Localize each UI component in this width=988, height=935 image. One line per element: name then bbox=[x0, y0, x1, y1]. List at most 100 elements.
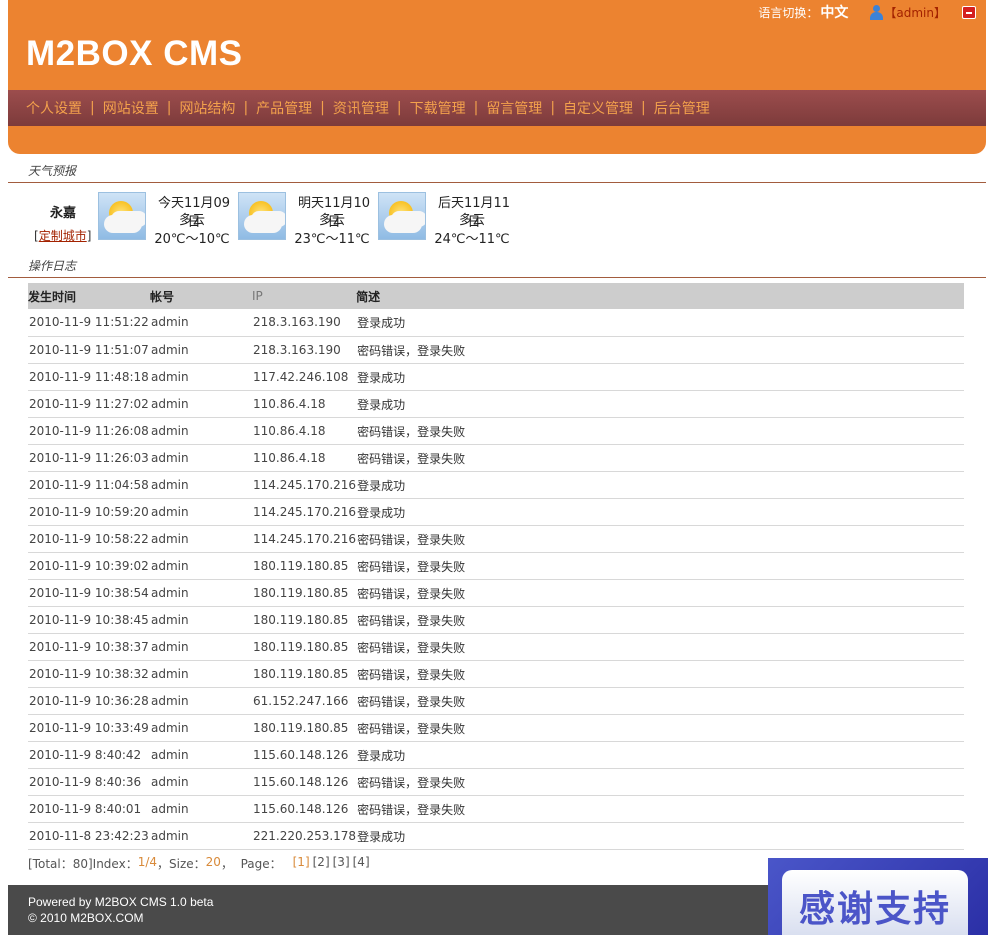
nav-item[interactable]: 留言管理 bbox=[478, 98, 550, 118]
page-link-4[interactable]: [4] bbox=[353, 855, 370, 872]
log-desc: 密码错误，登录失败 bbox=[356, 336, 964, 364]
table-row: 2010-11-9 8:40:01 admin 115.60.148.126 密码错误… bbox=[28, 795, 964, 823]
nav-item[interactable]: 下载管理 bbox=[402, 98, 474, 118]
table-row: 2010-11-9 10:58:22 admin 114.245.170.216 密码… bbox=[28, 525, 964, 553]
log-time: 2010-11-9 10:58:22 bbox=[28, 525, 150, 553]
log-ip: 180.119.180.85 bbox=[252, 606, 357, 634]
pagination: [Total：80]Index： 1/4 ，Size： 20 ， Page： [… bbox=[28, 855, 370, 872]
log-ip: 110.86.4.18 bbox=[252, 390, 357, 418]
log-ip: 218.3.163.190 bbox=[252, 336, 357, 364]
log-account: admin bbox=[150, 606, 252, 634]
weather-condition: 多云 bbox=[318, 213, 345, 228]
log-ip: 110.86.4.18 bbox=[252, 444, 357, 472]
thanks-text: 感谢支持 bbox=[782, 870, 968, 935]
log-ip: 180.119.180.85 bbox=[252, 633, 357, 661]
log-desc: 登录成功 bbox=[356, 741, 964, 769]
log-time: 2010-11-9 11:04:58 bbox=[28, 471, 150, 499]
footer-powered-by: Powered by M2BOX CMS 1.0 beta bbox=[28, 895, 214, 909]
log-account: admin bbox=[150, 579, 252, 607]
log-desc: 密码错误，登录失败 bbox=[356, 417, 964, 445]
page-link-3[interactable]: [3] bbox=[333, 855, 350, 872]
log-time: 2010-11-9 11:26:08 bbox=[28, 417, 150, 445]
table-row: 2010-11-9 11:26:08 admin 110.86.4.18 密码错误，登… bbox=[28, 417, 964, 445]
divider bbox=[8, 277, 986, 278]
log-ip: 110.86.4.18 bbox=[252, 417, 357, 445]
page-link-2[interactable]: [2] bbox=[313, 855, 330, 872]
log-account: admin bbox=[150, 471, 252, 499]
user-menu[interactable]: 【admin】 bbox=[870, 4, 946, 21]
log-account: admin bbox=[150, 552, 252, 580]
nav-item[interactable]: 后台管理 bbox=[646, 98, 718, 118]
nav-item[interactable]: 网站设置 bbox=[95, 98, 167, 118]
column-header-desc: 简述 bbox=[356, 283, 964, 309]
weather-temperature: 24℃～11℃ bbox=[434, 232, 510, 247]
log-desc: 密码错误，登录失败 bbox=[356, 633, 964, 661]
column-header-account: 帐号 bbox=[150, 283, 252, 309]
log-desc: 密码错误，登录失败 bbox=[356, 795, 964, 823]
weather-day-tomorrow: 明天11月10日 多云 23℃～11℃ bbox=[238, 192, 378, 247]
table-row: 2010-11-9 10:38:45 admin 180.119.180.85 密码错… bbox=[28, 606, 964, 634]
nav-item[interactable]: 资讯管理 bbox=[325, 98, 397, 118]
log-account: admin bbox=[150, 525, 252, 553]
weather-condition: 多云 bbox=[458, 213, 485, 228]
topbar: 语言切换： 中文 【admin】 bbox=[758, 3, 976, 21]
cloudy-sun-icon bbox=[98, 192, 146, 240]
log-time: 2010-11-9 10:38:37 bbox=[28, 633, 150, 661]
thanks-badge: 感谢支持 bbox=[768, 858, 988, 935]
log-account: admin bbox=[150, 390, 252, 418]
log-account: admin bbox=[150, 822, 252, 850]
nav-item[interactable]: 自定义管理 bbox=[555, 98, 641, 118]
log-desc: 密码错误，登录失败 bbox=[356, 525, 964, 553]
log-ip: 221.220.253.178 bbox=[252, 822, 357, 850]
log-ip: 180.119.180.85 bbox=[252, 579, 357, 607]
log-time: 2010-11-9 8:40:42 bbox=[28, 741, 150, 769]
log-ip: 180.119.180.85 bbox=[252, 552, 357, 580]
nav-item[interactable]: 网站结构 bbox=[171, 98, 243, 118]
pager-size-label: ，Size： bbox=[157, 857, 206, 871]
log-time: 2010-11-9 10:38:45 bbox=[28, 606, 150, 634]
log-account: admin bbox=[150, 309, 252, 337]
log-desc: 登录成功 bbox=[356, 822, 964, 850]
table-row: 2010-11-9 11:26:03 admin 110.86.4.18 密码错误，登… bbox=[28, 444, 964, 472]
log-section-title: 操作日志 bbox=[28, 259, 77, 273]
user-name[interactable]: 【admin】 bbox=[884, 4, 946, 21]
language-switch-link[interactable]: 中文 bbox=[820, 2, 848, 22]
table-row: 2010-11-9 10:38:54 admin 180.119.180.85 密码错… bbox=[28, 579, 964, 607]
pager-index: 1/4 bbox=[137, 855, 158, 869]
log-ip: 115.60.148.126 bbox=[252, 741, 357, 769]
log-desc: 登录成功 bbox=[356, 309, 964, 337]
log-account: admin bbox=[150, 336, 252, 364]
log-ip: 180.119.180.85 bbox=[252, 714, 357, 742]
pager-total: [Total：80]Index： bbox=[28, 857, 138, 871]
nav-item[interactable]: 产品管理 bbox=[248, 98, 320, 118]
log-account: admin bbox=[150, 768, 252, 796]
log-time: 2010-11-9 11:51:22 bbox=[28, 309, 150, 337]
nav-item[interactable]: 个人设置 bbox=[18, 98, 90, 118]
weather-day-today: 今天11月09日 多云 20℃～10℃ bbox=[98, 192, 238, 247]
language-switch-label: 语言切换： bbox=[758, 5, 819, 20]
custom-city: [定制城市] bbox=[34, 229, 92, 243]
table-row: 2010-11-9 10:36:28 admin 61.152.247.166 密码错… bbox=[28, 687, 964, 715]
pager-size: 20 bbox=[205, 855, 221, 869]
custom-city-link[interactable]: 定制城市 bbox=[39, 229, 87, 243]
log-time: 2010-11-9 8:40:36 bbox=[28, 768, 150, 796]
main-nav: 个人设置 | 网站设置 | 网站结构 | 产品管理 | 资讯管理 | 下载管理 | 留言管理 | 自定义管理… bbox=[8, 90, 986, 126]
log-time: 2010-11-9 10:36:28 bbox=[28, 687, 150, 715]
table-row: 2010-11-8 23:42:23 admin 221.220.253.178 登录… bbox=[28, 822, 964, 850]
log-time: 2010-11-9 10:59:20 bbox=[28, 498, 150, 526]
table-row: 2010-11-9 10:39:02 admin 180.119.180.85 密码错… bbox=[28, 552, 964, 580]
table-header-row: 发生时间 帐号 IP 简述 bbox=[28, 283, 964, 309]
log-time: 2010-11-9 11:27:02 bbox=[28, 390, 150, 418]
log-time: 2010-11-9 10:38:54 bbox=[28, 579, 150, 607]
weather-temperature: 23℃～11℃ bbox=[294, 232, 370, 247]
log-ip: 115.60.148.126 bbox=[252, 795, 357, 823]
logout-icon[interactable] bbox=[962, 5, 976, 19]
table-row: 2010-11-9 11:51:07 admin 218.3.163.190 密码错误… bbox=[28, 336, 964, 364]
weather-city: 永嘉 bbox=[50, 206, 77, 221]
log-ip: 114.245.170.216 bbox=[252, 471, 357, 499]
log-time: 2010-11-9 11:26:03 bbox=[28, 444, 150, 472]
log-time: 2010-11-9 11:48:18 bbox=[28, 363, 150, 391]
log-account: admin bbox=[150, 660, 252, 688]
page-link-1[interactable]: [1] bbox=[293, 855, 310, 872]
weather-section-title: 天气预报 bbox=[28, 164, 77, 178]
